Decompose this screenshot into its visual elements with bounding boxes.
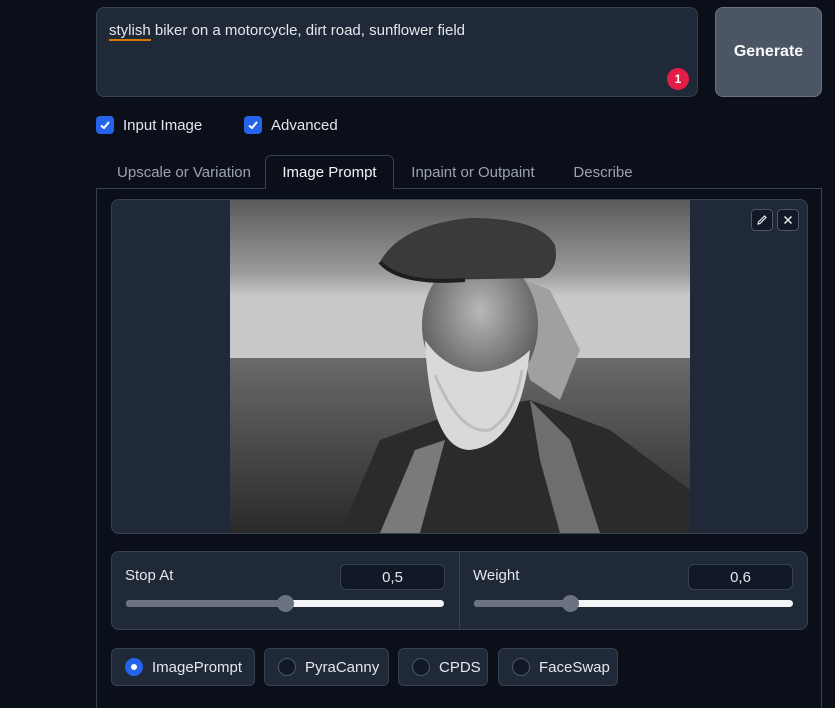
input-image-label: Input Image xyxy=(123,116,203,134)
stop-at-slider[interactable] xyxy=(126,595,444,612)
stop-at-slider-fill xyxy=(126,600,285,607)
tab-describe[interactable]: Describe xyxy=(558,155,648,189)
radio-indicator xyxy=(512,658,530,676)
radio-imageprompt[interactable]: ImagePrompt xyxy=(111,648,255,686)
stop-at-slider-thumb[interactable] xyxy=(277,595,294,612)
weight-slider[interactable] xyxy=(474,595,793,612)
edit-image-button[interactable] xyxy=(751,209,773,231)
tab-inpaint-or-outpaint[interactable]: Inpaint or Outpaint xyxy=(400,155,546,189)
tab-image-prompt[interactable]: Image Prompt xyxy=(265,155,394,189)
prompt-text: stylish biker on a motorcycle, dirt road… xyxy=(109,22,465,41)
radio-faceswap[interactable]: FaceSwap xyxy=(498,648,618,686)
radio-pyracanny[interactable]: PyraCanny xyxy=(264,648,389,686)
generate-button[interactable]: Generate xyxy=(715,7,822,97)
radio-cpds[interactable]: CPDS xyxy=(398,648,488,686)
slider-group: Stop At 0,5 Weight 0,6 xyxy=(111,551,808,630)
radio-indicator xyxy=(412,658,430,676)
radio-label: PyraCanny xyxy=(305,658,380,676)
close-icon xyxy=(783,215,793,225)
radio-label: CPDS xyxy=(439,658,481,676)
input-image-checkbox[interactable]: Input Image xyxy=(96,116,202,134)
checkbox-checked-icon[interactable] xyxy=(244,116,262,134)
remove-image-button[interactable] xyxy=(777,209,799,231)
image-prompt-upload[interactable] xyxy=(111,199,808,534)
tab-bar: Upscale or Variation Image Prompt Inpain… xyxy=(96,155,822,189)
advanced-label: Advanced xyxy=(271,116,338,134)
portrait-photo xyxy=(230,200,690,533)
radio-label: ImagePrompt xyxy=(152,658,243,676)
tab-upscale-or-variation[interactable]: Upscale or Variation xyxy=(104,155,264,189)
stop-at-label: Stop At xyxy=(125,567,174,584)
stop-at-number-input[interactable]: 0,5 xyxy=(340,564,445,590)
spellcheck-word: stylish xyxy=(109,22,151,41)
slider-divider xyxy=(459,552,460,629)
weight-number-input[interactable]: 0,6 xyxy=(688,564,793,590)
weight-label: Weight xyxy=(473,567,520,584)
checkbox-checked-icon[interactable] xyxy=(96,116,114,134)
radio-label: FaceSwap xyxy=(539,658,610,676)
radio-indicator xyxy=(125,658,143,676)
prompt-text-rest: biker on a motorcycle, dirt road, sunflo… xyxy=(150,22,465,39)
advanced-checkbox[interactable]: Advanced xyxy=(244,116,338,134)
weight-slider-fill xyxy=(474,600,570,607)
prompt-textarea[interactable]: stylish biker on a motorcycle, dirt road… xyxy=(96,7,698,97)
pencil-icon xyxy=(757,215,767,225)
weight-slider-thumb[interactable] xyxy=(562,595,579,612)
radio-indicator xyxy=(278,658,296,676)
spellcheck-error-badge[interactable]: 1 xyxy=(667,68,689,90)
